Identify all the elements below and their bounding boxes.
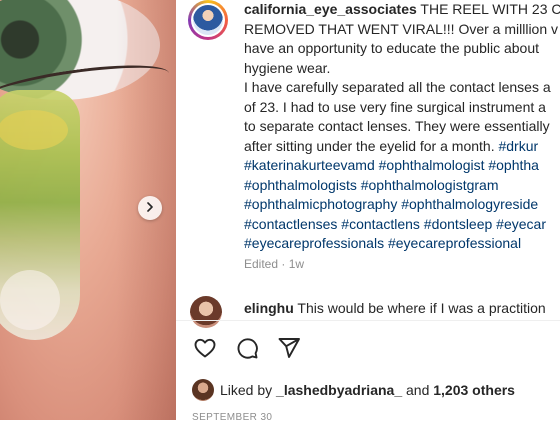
liker-avatar[interactable] (192, 379, 214, 401)
caption-text: REMOVED THAT WENT VIRAL!!! Over a millli… (244, 20, 559, 37)
hashtag-link[interactable]: #eyecareprofessionals #eyecareprofession… (244, 234, 560, 254)
chevron-right-icon (145, 199, 155, 217)
post-caption: california_eye_associates THE REEL WITH … (244, 0, 560, 254)
author-avatar[interactable] (188, 0, 228, 40)
heart-icon[interactable] (192, 335, 218, 361)
share-icon[interactable] (276, 335, 302, 361)
divider (176, 320, 560, 321)
caption-text: hygiene wear. (244, 59, 331, 76)
hashtag-link[interactable]: #ophthalmologists #ophthalmologistgram (244, 176, 560, 196)
hashtag-link[interactable]: #drkur (498, 138, 538, 154)
caption-text: to separate contact lenses. They were es… (244, 118, 550, 134)
caption-text: after sitting under the eyelid for a mon… (244, 137, 499, 154)
contact-lens-stack (0, 90, 80, 340)
hashtag-link[interactable]: #katerinakurteevamd #ophthalmologist #op… (244, 156, 560, 176)
author-username[interactable]: california_eye_associates (244, 1, 417, 17)
hashtag-link[interactable]: #contactlenses #contactlens #dontsleep #… (244, 215, 560, 235)
caption-text: have an opportunity to educate the publi… (244, 40, 539, 56)
caption-text: THE REEL WITH 23 CO (416, 1, 560, 17)
hashtag-link[interactable]: #ophthalmicphotography #ophthalmologyres… (244, 195, 560, 215)
commenter-username[interactable]: elinghu (244, 300, 294, 316)
comment-icon[interactable] (234, 335, 260, 361)
edited-timestamp: Edited · 1w (244, 257, 305, 271)
comment-text: This would be where if I was a practitio… (293, 300, 546, 316)
liker-username[interactable]: _lashedbyadriana_ (276, 382, 402, 398)
caption-text: of 23. I had to use very fine surgical i… (244, 98, 546, 115)
post-image[interactable] (0, 0, 176, 420)
action-bar (192, 335, 302, 361)
next-image-button[interactable] (138, 196, 162, 220)
post-details-panel: california_eye_associates THE REEL WITH … (176, 0, 560, 423)
likes-count[interactable]: 1,203 others (433, 382, 515, 398)
post-date: SEPTEMBER 30 (192, 412, 273, 423)
likes-summary: Liked by _lashedbyadriana_ and 1,203 oth… (220, 382, 515, 398)
commenter-avatar[interactable] (190, 296, 222, 328)
caption-text: I have carefully separated all the conta… (244, 79, 551, 95)
comment: elinghu This would be where if I was a p… (244, 300, 546, 316)
